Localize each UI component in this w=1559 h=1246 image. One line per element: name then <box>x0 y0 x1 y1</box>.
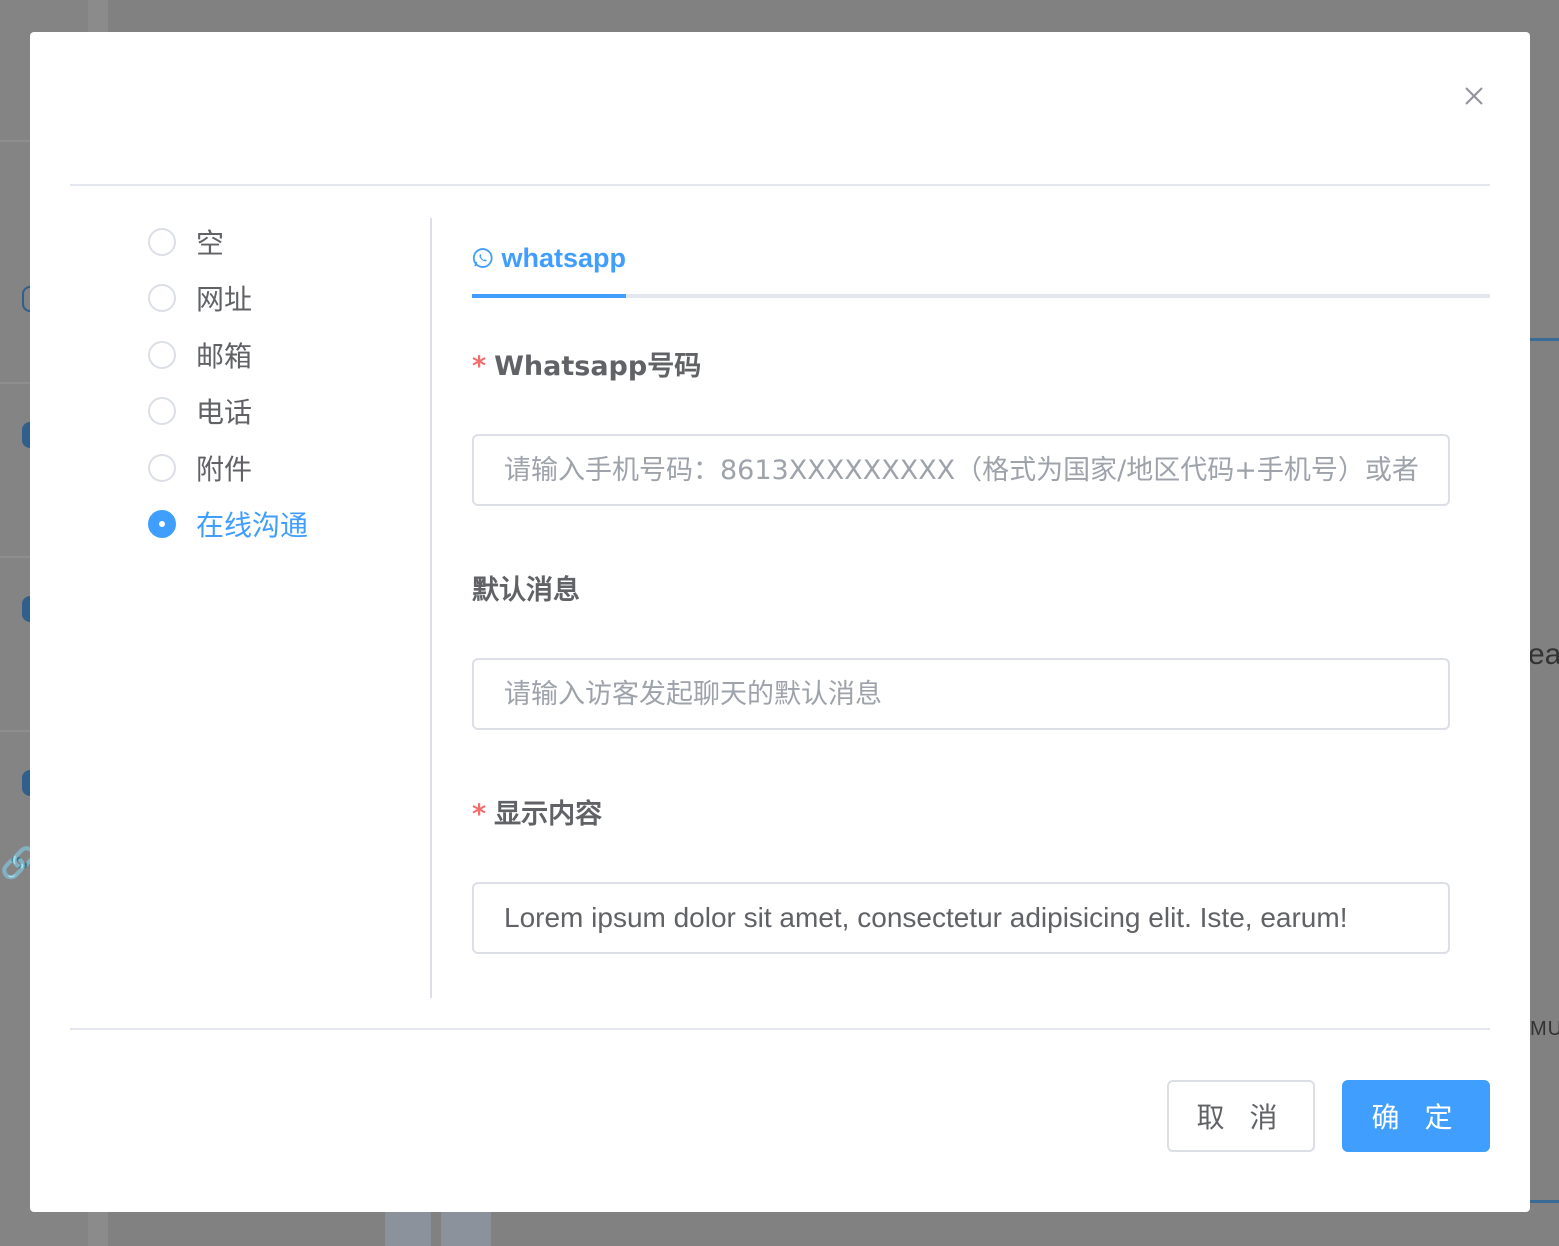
radio-label: 在线沟通 <box>196 509 309 542</box>
radio-icon <box>148 228 176 256</box>
radio-checked-icon <box>148 510 176 538</box>
close-icon[interactable] <box>1460 82 1488 110</box>
footer-divider <box>70 1028 1490 1030</box>
default-message-input[interactable] <box>472 658 1450 730</box>
whatsapp-icon <box>472 248 493 268</box>
radio-label: 空 <box>196 227 225 260</box>
tab-whatsapp[interactable]: whatsapp <box>472 236 626 298</box>
required-mark: * <box>472 351 487 382</box>
radio-email[interactable]: 邮箱 <box>148 335 408 375</box>
default-message-label: 默认消息 <box>472 575 580 606</box>
radio-url[interactable]: 网址 <box>148 278 408 318</box>
cancel-button[interactable]: 取 消 <box>1167 1080 1315 1152</box>
radio-label: 电话 <box>196 396 253 429</box>
radio-label: 邮箱 <box>196 340 253 373</box>
radio-label: 网址 <box>196 283 253 316</box>
chat-tabs: whatsapp <box>472 236 1490 298</box>
display-content-label: * 显示内容 <box>472 799 603 830</box>
vertical-divider <box>430 218 432 998</box>
tab-label: whatsapp <box>501 243 626 273</box>
header-divider <box>70 184 1490 186</box>
link-settings-dialog: 空 网址 邮箱 电话 附件 在线沟通 whatsapp * Whatsapp号码… <box>30 32 1530 1212</box>
display-content-input[interactable] <box>472 882 1450 954</box>
radio-icon <box>148 397 176 425</box>
tab-active-indicator <box>472 294 626 298</box>
radio-icon <box>148 284 176 312</box>
radio-icon <box>148 341 176 369</box>
radio-attachment[interactable]: 附件 <box>148 448 408 488</box>
background-text: MU <box>1530 1018 1559 1040</box>
background-text: ea <box>1528 638 1559 671</box>
radio-label: 附件 <box>196 453 253 486</box>
radio-phone[interactable]: 电话 <box>148 391 408 431</box>
radio-online-chat[interactable]: 在线沟通 <box>148 504 408 544</box>
required-mark: * <box>472 799 487 830</box>
radio-icon <box>148 454 176 482</box>
phone-field-label: * Whatsapp号码 <box>472 351 702 382</box>
radio-empty[interactable]: 空 <box>148 222 408 262</box>
whatsapp-number-input[interactable] <box>472 434 1450 506</box>
confirm-button[interactable]: 确 定 <box>1342 1080 1490 1152</box>
